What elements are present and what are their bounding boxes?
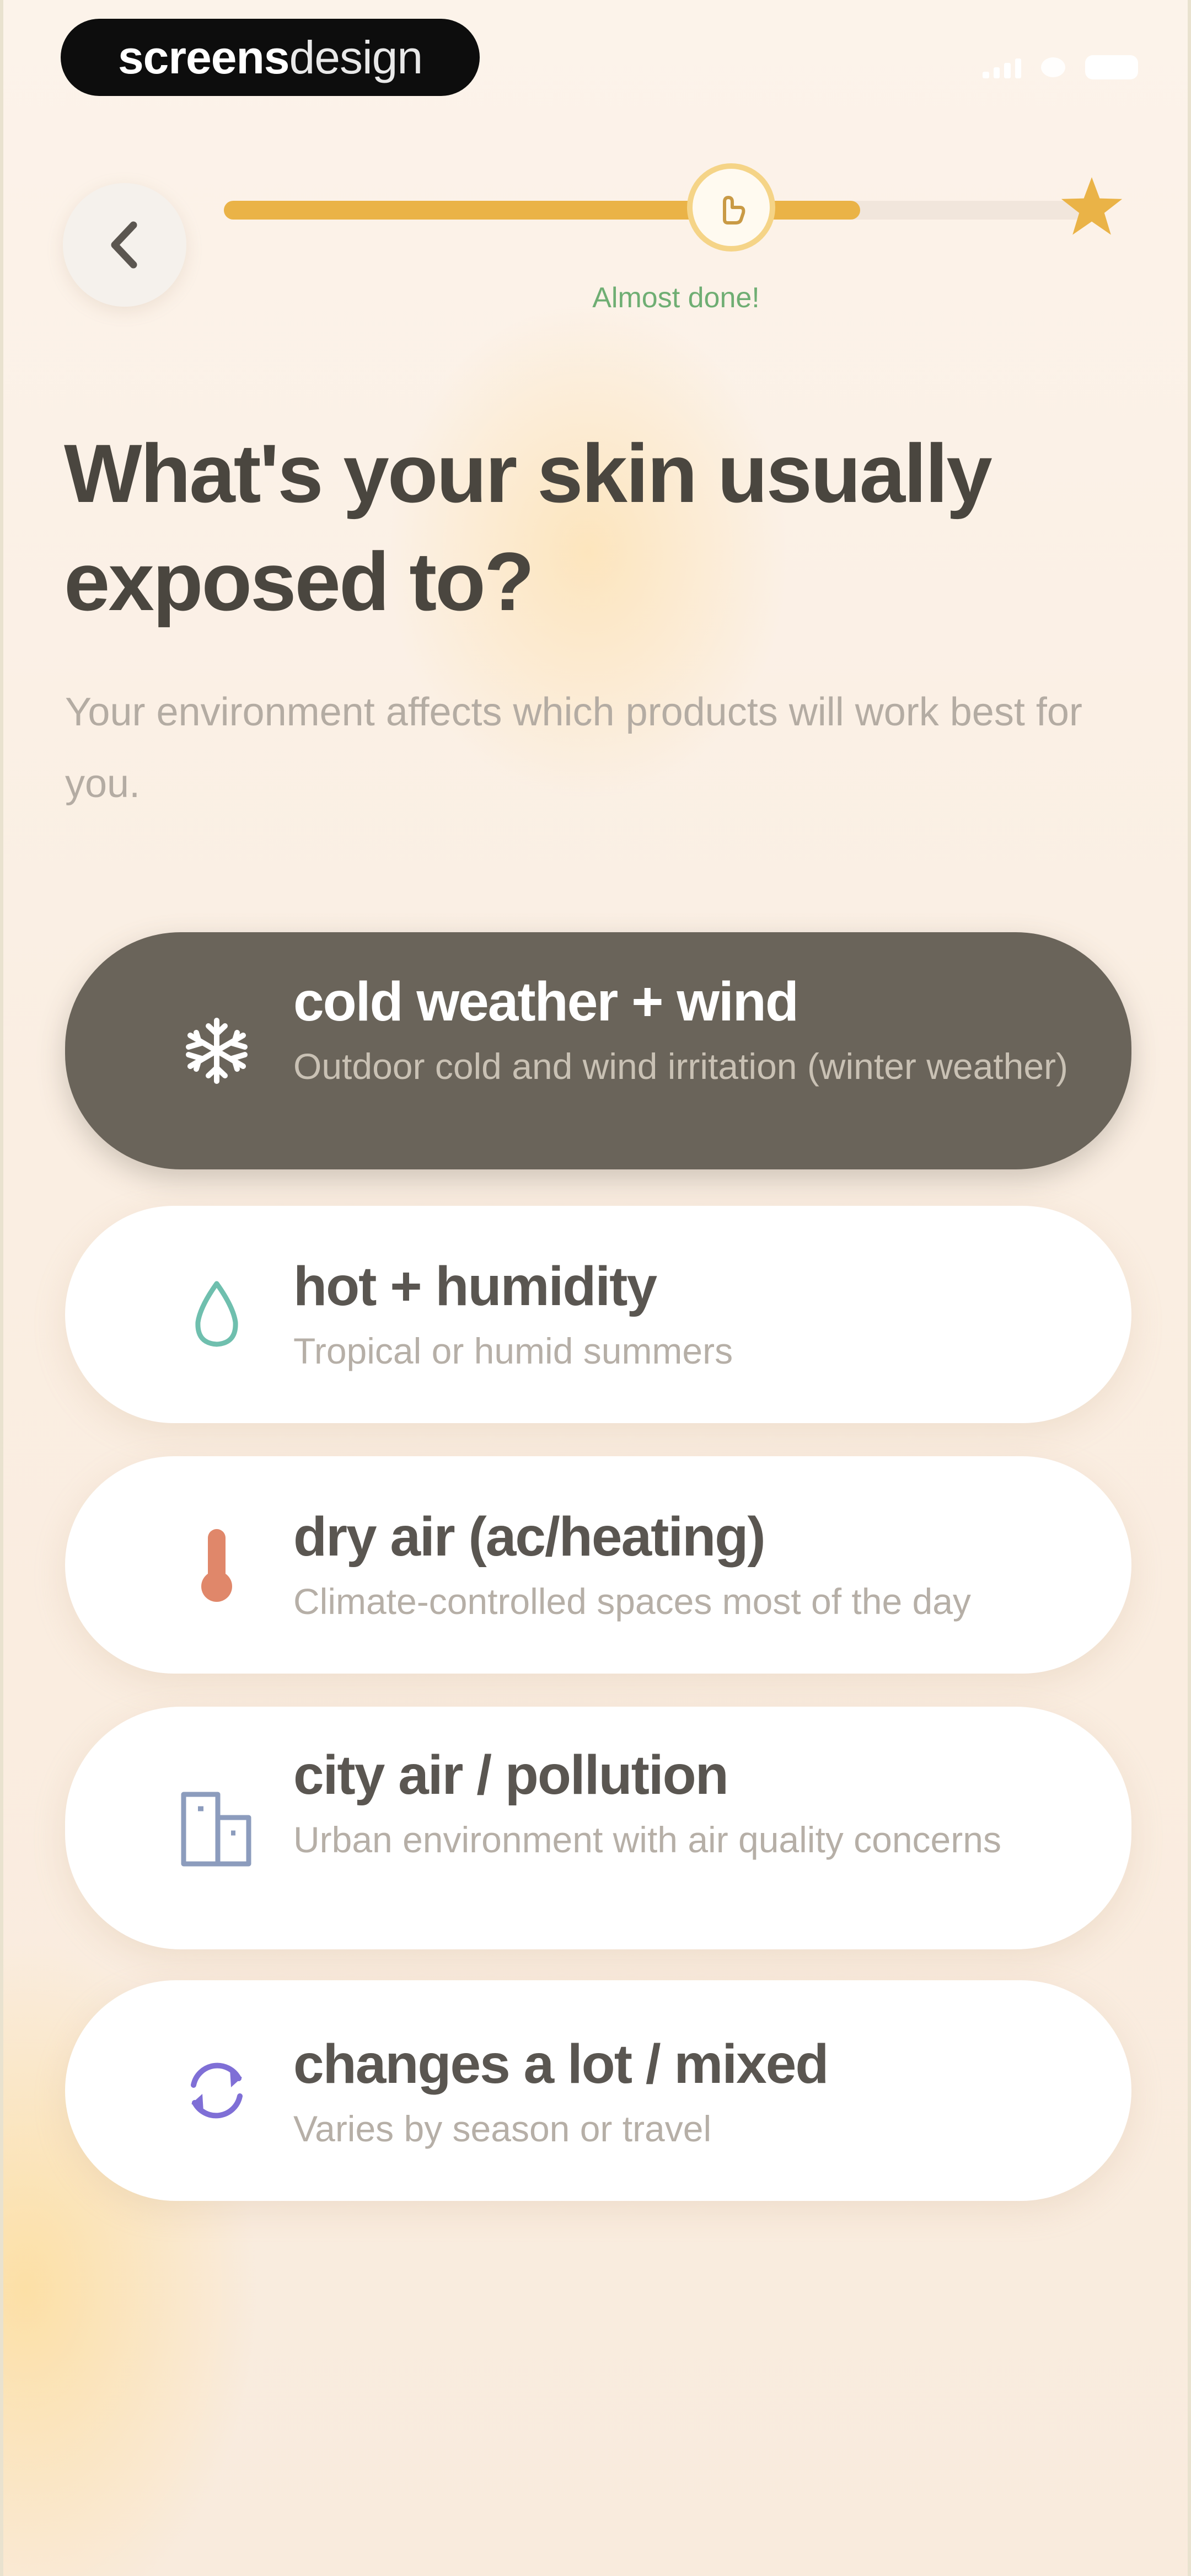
page-subtitle: Your environment affects which products … <box>65 690 1082 806</box>
progress-track <box>224 201 1084 220</box>
option-city-air-pollution[interactable]: city air / pollution Urban environment w… <box>65 1707 1131 1949</box>
option-changes-mixed[interactable]: changes a lot / mixed Varies by season o… <box>65 1980 1131 2201</box>
progress-caption: Almost done! <box>592 282 760 314</box>
option-text: cold weather + wind Outdoor cold and win… <box>293 969 1082 1092</box>
watermark-badge: screens design <box>61 19 480 96</box>
option-text: changes a lot / mixed Varies by season o… <box>293 2031 1082 2155</box>
option-title: dry air (ac/heating) <box>293 1506 766 1568</box>
option-title: cold weather + wind <box>293 971 799 1033</box>
option-description: Varies by season or travel <box>293 2108 712 2149</box>
battery-icon <box>1085 55 1138 79</box>
screen: screens design Almost done! What's your s… <box>0 0 1191 2576</box>
wifi-icon <box>1041 57 1065 77</box>
back-button[interactable] <box>63 183 186 307</box>
status-bar <box>983 55 1138 79</box>
star-icon <box>1061 177 1123 235</box>
watermark-bold: screens <box>117 31 290 83</box>
option-title: city air / pollution <box>293 1744 729 1806</box>
option-text: hot + humidity Tropical or humid summers <box>293 1253 1082 1377</box>
option-description: Climate-controlled spaces most of the da… <box>293 1581 971 1622</box>
signal-icon <box>983 56 1021 78</box>
droplet-icon <box>175 1273 258 1356</box>
option-cold-weather-wind[interactable]: cold weather + wind Outdoor cold and win… <box>65 932 1131 1169</box>
option-description: Urban environment with air quality conce… <box>293 1819 1001 1860</box>
option-dry-air[interactable]: dry air (ac/heating) Climate-controlled … <box>65 1456 1131 1674</box>
progress-marker <box>687 163 775 252</box>
watermark-light: design <box>289 31 423 83</box>
option-description: Outdoor cold and wind irritation (winter… <box>293 1046 1068 1087</box>
option-description: Tropical or humid summers <box>293 1330 733 1371</box>
option-text: dry air (ac/heating) Climate-controlled … <box>293 1504 1082 1627</box>
buildings-icon <box>175 1787 258 1869</box>
option-text: city air / pollution Urban environment w… <box>293 1742 1082 1866</box>
refresh-icon <box>175 2049 258 2132</box>
page-title: What's your skin usually exposed to? <box>64 427 993 628</box>
chevron-left-icon <box>111 221 137 269</box>
option-title: hot + humidity <box>293 1255 657 1317</box>
option-hot-humidity[interactable]: hot + humidity Tropical or humid summers <box>65 1206 1131 1423</box>
thermometer-icon <box>175 1524 258 1606</box>
option-title: changes a lot / mixed <box>293 2033 829 2095</box>
snowflake-icon <box>175 1009 258 1092</box>
hand-icon <box>723 196 745 225</box>
